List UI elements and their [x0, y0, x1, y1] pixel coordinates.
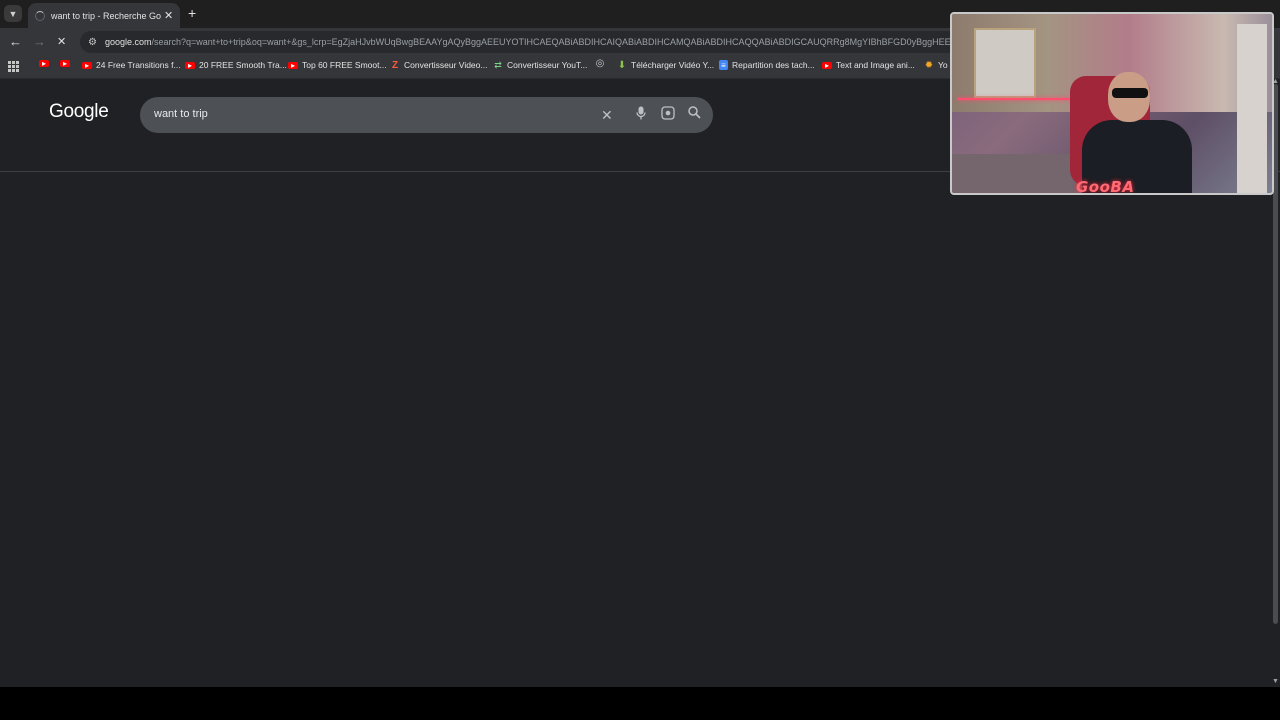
- bookmark-item[interactable]: ▸ Top 60 FREE Smoot...: [288, 60, 387, 70]
- youtube-icon: ▸: [185, 61, 195, 70]
- bookmark-item[interactable]: ✹ Yo: [924, 59, 948, 71]
- youtube-icon: ▸: [822, 61, 832, 70]
- clear-icon[interactable]: ✕: [601, 106, 613, 124]
- bottom-black-bar: [0, 687, 1280, 720]
- youtube-icon: ▸: [288, 61, 298, 70]
- tab-search-button[interactable]: ▼: [4, 5, 22, 22]
- webcam-overlay: GooBA: [950, 12, 1274, 195]
- youtube-icon: ▸: [60, 59, 70, 68]
- microphone-icon[interactable]: [636, 106, 646, 125]
- sunglasses: [1112, 88, 1148, 98]
- bookmark-item[interactable]: ⬇ Télécharger Vidéo Y...: [617, 59, 714, 71]
- tab-title: want to trip - Recherche Google: [51, 10, 161, 21]
- orange-icon: ✹: [924, 59, 934, 71]
- url-host: google.com: [104, 37, 152, 47]
- bookmark-item[interactable]: ⇄ Convertisseur YouT...: [493, 59, 587, 71]
- apps-grid-icon[interactable]: [8, 61, 19, 72]
- stop-loading-button[interactable]: ✕: [57, 34, 66, 50]
- new-tab-button[interactable]: +: [188, 5, 196, 21]
- search-box[interactable]: want to trip ✕: [140, 97, 713, 133]
- site-info-icon[interactable]: ⚙: [88, 37, 97, 48]
- search-input[interactable]: want to trip: [154, 108, 208, 120]
- forward-button[interactable]: →: [33, 34, 46, 50]
- webcam-poster: [974, 28, 1036, 98]
- back-button[interactable]: ←: [9, 34, 22, 50]
- bookmark-item[interactable]: ▸ 20 FREE Smooth Tra...: [185, 60, 287, 70]
- download-icon: ⬇: [617, 59, 627, 71]
- bookmark-item[interactable]: ▸ Text and Image ani...: [822, 60, 915, 70]
- z-icon: Z: [391, 59, 399, 71]
- bookmark-item[interactable]: ≡ Repartition des tach...: [719, 60, 815, 70]
- camera-lens-icon[interactable]: [661, 106, 675, 125]
- url-path: /search?q=want+to+trip&oq=want+&gs_lcrp=…: [151, 37, 951, 47]
- bookmark-item[interactable]: Z Convertisseur Video...: [390, 59, 488, 71]
- bookmark-item[interactable]: ▸: [39, 59, 53, 68]
- search-icon[interactable]: [688, 106, 701, 124]
- youtube-icon: ▸: [82, 61, 92, 70]
- scroll-down-arrow-icon[interactable]: ▼: [1272, 678, 1279, 685]
- converter-icon: ⇄: [494, 59, 502, 70]
- loading-spinner-icon: [35, 10, 45, 21]
- google-logo[interactable]: Google: [49, 101, 109, 123]
- webcam-door: [1237, 24, 1267, 193]
- streamer-name-logo: GooBA: [1076, 178, 1135, 195]
- docs-icon: ≡: [719, 60, 728, 70]
- tab-active[interactable]: want to trip - Recherche Google ✕: [28, 3, 180, 28]
- bookmark-item[interactable]: ◎: [595, 58, 609, 69]
- address-url: google.com/search?q=want+to+trip&oq=want…: [105, 37, 951, 47]
- globe-icon: ◎: [595, 58, 605, 69]
- tab-close-icon[interactable]: ✕: [164, 9, 173, 22]
- youtube-icon: ▸: [39, 59, 49, 68]
- webcam-streamer: [1082, 72, 1192, 193]
- bookmark-item[interactable]: ▸: [60, 59, 74, 68]
- bookmark-item[interactable]: ▸ 24 Free Transitions f...: [82, 60, 181, 70]
- chevron-down-icon: ▼: [8, 8, 18, 19]
